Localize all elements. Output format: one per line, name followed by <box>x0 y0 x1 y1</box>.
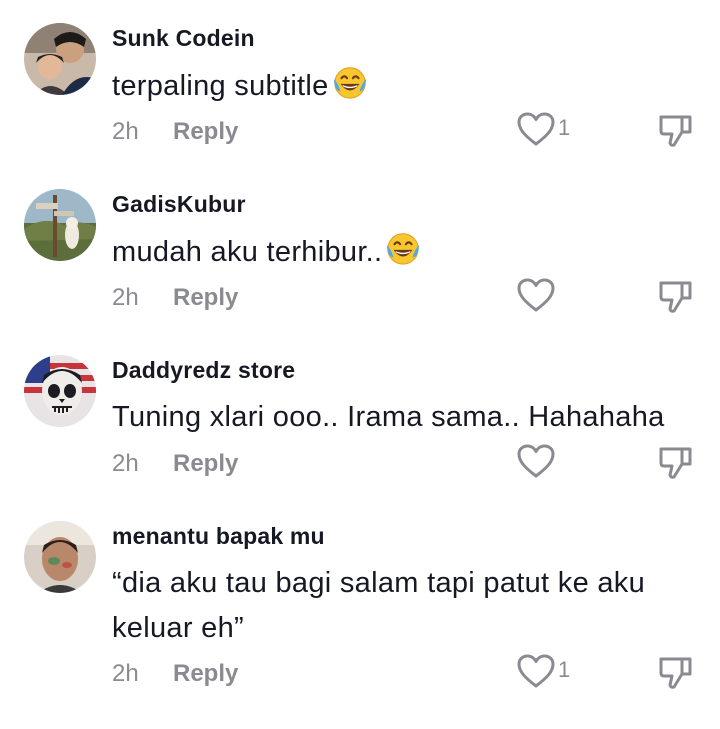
comment-timestamp: 2h <box>112 660 139 687</box>
comment-timestamp: 2h <box>112 284 139 311</box>
reply-button[interactable]: Reply <box>173 450 238 478</box>
thumbs-down-outline-icon <box>659 281 692 313</box>
comment-username[interactable]: GadisKubur <box>112 191 246 218</box>
heart-outline-icon <box>517 444 555 478</box>
avatar[interactable] <box>24 521 96 593</box>
avatar[interactable] <box>24 23 96 95</box>
heart-outline-icon <box>517 654 555 688</box>
comment-timestamp: 2h <box>112 118 139 145</box>
comment-text-content: mudah aku terhibur.. <box>112 236 383 268</box>
heart-outline-icon <box>517 112 555 146</box>
comment-list: Sunk Codein terpaling subtitle 2h Reply … <box>0 0 720 729</box>
comment-timestamp: 2h <box>112 450 139 477</box>
reply-button[interactable]: Reply <box>173 660 238 688</box>
comment-text: “dia aku tau bagi salam tapi patut ke ak… <box>112 561 702 651</box>
comment-username[interactable]: menantu bapak mu <box>112 523 325 550</box>
comment-text: mudah aku terhibur.. <box>112 229 702 275</box>
comment-text: Tuning xlari ooo.. Irama sama.. Hahahaha <box>112 395 702 440</box>
thumbs-down-outline-icon <box>659 447 692 479</box>
dislike-button[interactable] <box>656 653 696 693</box>
like-count: 1 <box>558 115 571 140</box>
comment-text: terpaling subtitle <box>112 63 702 109</box>
thumbs-down-outline-icon <box>659 115 692 147</box>
avatar[interactable] <box>24 189 96 261</box>
dislike-button[interactable] <box>656 111 696 151</box>
like-button[interactable] <box>516 277 576 317</box>
thumbs-down-outline-icon <box>659 657 692 689</box>
reply-button[interactable]: Reply <box>173 118 238 146</box>
face-with-tears-of-joy-icon <box>333 67 366 99</box>
comment-text-content: terpaling subtitle <box>112 70 329 102</box>
like-count: 1 <box>558 657 571 682</box>
heart-outline-icon <box>517 278 555 312</box>
reply-button[interactable]: Reply <box>173 284 238 312</box>
dislike-button[interactable] <box>656 443 696 483</box>
like-button[interactable]: 1 <box>516 111 576 151</box>
comment-text-content: Tuning xlari ooo.. Irama sama.. Hahahaha <box>112 401 665 433</box>
like-button[interactable] <box>516 443 576 483</box>
comment-username[interactable]: Daddyredz store <box>112 357 295 384</box>
dislike-button[interactable] <box>656 277 696 317</box>
avatar[interactable] <box>24 355 96 427</box>
comment-username[interactable]: Sunk Codein <box>112 25 255 52</box>
like-button[interactable]: 1 <box>516 653 576 693</box>
face-with-tears-of-joy-icon <box>387 233 420 265</box>
comment-text-content: “dia aku tau bagi salam tapi patut ke ak… <box>112 567 646 644</box>
